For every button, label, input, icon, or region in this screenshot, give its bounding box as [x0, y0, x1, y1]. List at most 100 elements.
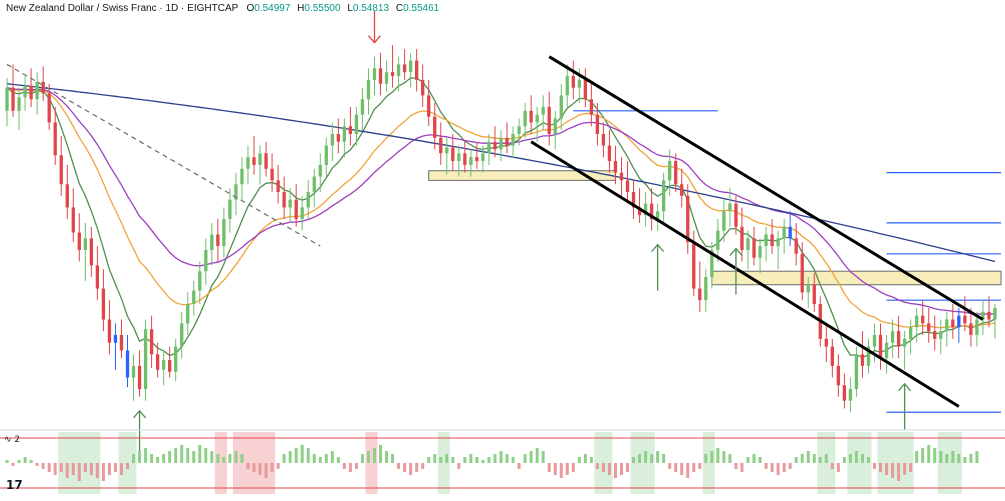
oscillator-bar [246, 463, 250, 469]
oscillator-bar [360, 454, 364, 463]
oscillator-bar [686, 463, 690, 478]
candle-body [511, 134, 515, 146]
candle-body [294, 199, 298, 220]
oscillator-bar [872, 463, 877, 469]
candle-body [23, 85, 27, 98]
oscillator-bar [348, 463, 352, 472]
candle-body [445, 147, 449, 154]
candle-body [902, 338, 907, 347]
candle-body [842, 385, 847, 401]
candle-body [993, 307, 997, 320]
oscillator-bar [692, 463, 696, 472]
candle-body [860, 354, 865, 366]
oscillator-bar [830, 463, 834, 469]
oscillator-bar [698, 463, 702, 469]
oscillator-bar [186, 448, 190, 463]
oscillator-bar [379, 445, 383, 463]
candle-body [228, 199, 232, 220]
oscillator-bar [933, 448, 937, 463]
candle-body [583, 79, 587, 100]
candle-body [264, 153, 268, 169]
chart-root: New Zealand Dollar / Swiss Franc · 1D · … [0, 0, 1005, 496]
candle-body [806, 284, 810, 293]
candle-body [752, 238, 756, 258]
candle-body [945, 319, 949, 332]
candle-body [577, 79, 581, 88]
oscillator-bar [529, 451, 533, 463]
candle-body [487, 141, 491, 154]
oscillator-bar [493, 454, 497, 463]
oscillator-bar [824, 454, 828, 463]
candle-body [770, 234, 774, 247]
oscillator-bar [258, 463, 262, 475]
candle-body [77, 232, 81, 250]
oscillator-bar [571, 463, 575, 472]
candle-body [896, 331, 901, 347]
oscillator-bar [469, 454, 473, 463]
candle-body [764, 234, 768, 247]
oscillator-bar [776, 463, 780, 475]
oscillator-bar [619, 463, 623, 475]
candle-body [794, 238, 798, 254]
candle-body [939, 331, 943, 339]
candle-body [722, 211, 726, 231]
price-chart[interactable] [0, 0, 1005, 496]
candle-body [276, 180, 280, 192]
oscillator-bar [716, 448, 720, 463]
candle-body [915, 315, 919, 328]
oscillator-bar [650, 454, 654, 463]
oscillator-bar [860, 454, 864, 463]
candle-body [439, 137, 443, 154]
oscillator-bar [601, 463, 605, 472]
candle-body [258, 153, 262, 165]
oscillator-bar [848, 454, 852, 463]
candle-body [216, 234, 220, 247]
candle-body [65, 184, 69, 208]
oscillator-bar [451, 457, 455, 463]
oscillator-bar [680, 463, 684, 475]
oscillator-bar [276, 463, 280, 469]
candle-body [571, 76, 575, 88]
oscillator-bar [403, 463, 407, 472]
candle-body [788, 226, 792, 239]
oscillator-bar [415, 463, 419, 472]
candle-body [601, 134, 606, 146]
oscillator-bar [710, 451, 714, 463]
candle-body [125, 350, 130, 378]
tradingview-logo[interactable]: 17 [6, 478, 23, 492]
indicator-legend[interactable]: ∿ 2 [4, 435, 20, 445]
oscillator-bar [975, 451, 979, 463]
oscillator-bar [101, 463, 105, 481]
candle-body [192, 290, 196, 305]
candle-body [433, 116, 437, 138]
oscillator-bar [854, 451, 858, 463]
oscillator-bar [758, 457, 762, 463]
oscillator-bar [782, 463, 786, 472]
candle-body [463, 153, 467, 165]
oscillator-bar [180, 445, 184, 463]
candle-body [252, 157, 256, 165]
candle-body [517, 126, 521, 135]
oscillator-bar [794, 457, 798, 463]
candle-body [415, 60, 419, 80]
oscillator-green-shade [877, 432, 914, 494]
oscillator-bar [752, 454, 756, 463]
candle-body [354, 114, 359, 135]
oscillator-bar [866, 457, 870, 463]
candle-body [830, 346, 834, 366]
candle-body [927, 323, 931, 332]
oscillator-bar [95, 463, 99, 478]
oscillator-bar [318, 457, 322, 463]
candle-body [396, 64, 401, 77]
oscillator-bar [969, 454, 973, 463]
oscillator-bar [535, 448, 539, 463]
oscillator-bar [156, 457, 160, 463]
oscillator-bar [427, 457, 431, 463]
oscillator-bar [909, 463, 913, 472]
oscillator-bar [481, 460, 485, 463]
oscillator-bar [885, 463, 889, 475]
oscillator-bar [728, 454, 732, 463]
oscillator-bar [306, 448, 310, 463]
oscillator-bar [138, 451, 142, 463]
oscillator-bar [11, 463, 15, 466]
